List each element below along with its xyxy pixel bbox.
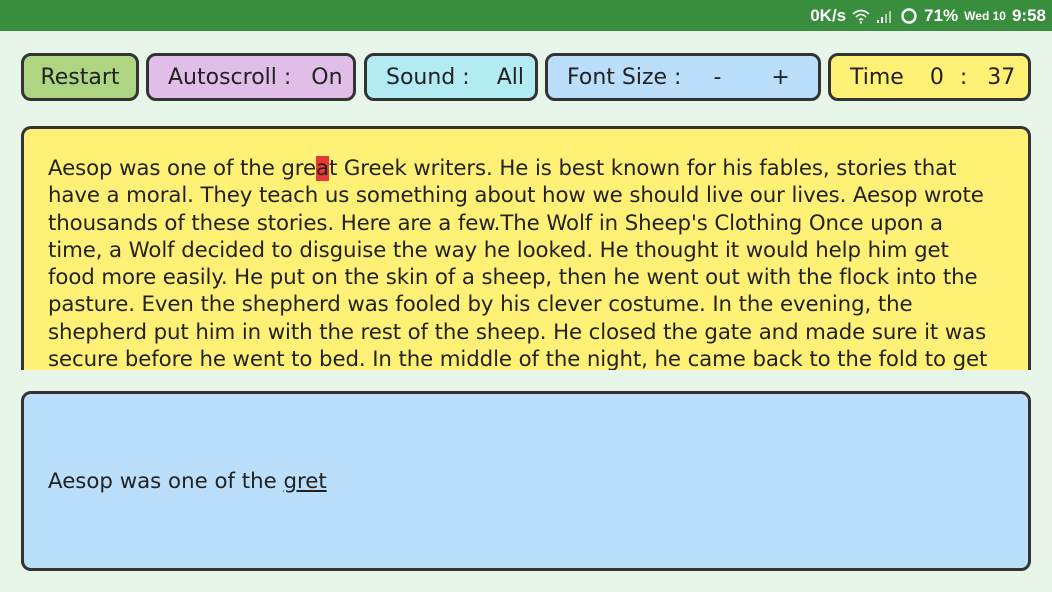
typing-input-panel[interactable]: Aesop was one of the gret [21, 391, 1031, 571]
story-text-panel[interactable]: Aesop was one of the great Greek writers… [21, 126, 1031, 370]
time-seconds: 37 [987, 64, 1016, 90]
sound-value: All [496, 64, 524, 90]
status-time: 9:58 [1011, 5, 1046, 25]
sound-label: Sound : [386, 64, 470, 90]
story-text-after-cursor: t Greek writers. He is best known for hi… [48, 156, 988, 370]
autoscroll-label: Autoscroll : [168, 64, 292, 90]
restart-button[interactable]: Restart [21, 53, 139, 101]
wifi-icon [852, 7, 870, 25]
typed-current-word: gret [283, 468, 327, 494]
battery-ring-icon [900, 7, 918, 25]
time-minutes: 0 [929, 64, 944, 90]
typed-text: Aesop was one of the gret [24, 469, 327, 494]
typed-text-correct: Aesop was one of the [48, 468, 284, 494]
timer-display: Time 0 : 37 [828, 53, 1031, 101]
network-speed: 0K/s [810, 5, 847, 25]
sound-toggle[interactable]: Sound : All [364, 53, 538, 101]
current-character-highlight: a [315, 156, 329, 181]
story-text-before-cursor: Aesop was one of the gre [48, 156, 316, 181]
story-text: Aesop was one of the great Greek writers… [24, 129, 1028, 370]
time-separator: : [959, 64, 968, 90]
font-size-increase-button[interactable]: + [767, 65, 793, 90]
autoscroll-toggle[interactable]: Autoscroll : On [146, 53, 356, 101]
signal-icon [876, 7, 894, 25]
time-label: Time [850, 64, 904, 90]
restart-label: Restart [40, 64, 120, 90]
font-size-control: Font Size : - + [545, 53, 821, 101]
font-size-label: Font Size : [567, 64, 682, 90]
status-bar: 0K/s 71% Wed 10 9:58 [0, 0, 1052, 31]
battery-level: 71% [924, 5, 959, 25]
status-date: Wed 10 [964, 8, 1006, 23]
font-size-decrease-button[interactable]: - [709, 65, 725, 90]
autoscroll-value: On [311, 64, 343, 90]
